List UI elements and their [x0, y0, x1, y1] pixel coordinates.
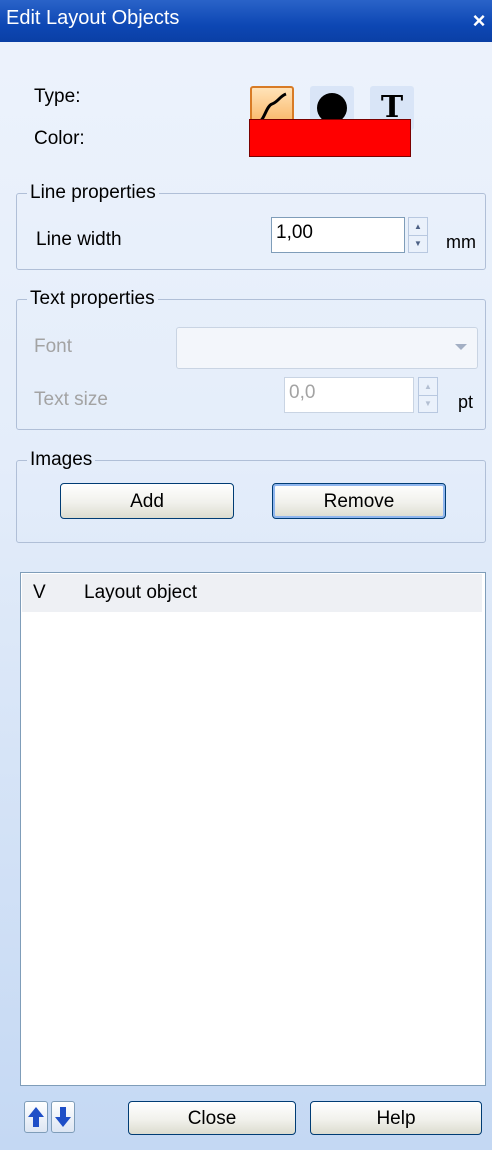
- line-properties-legend: Line properties: [30, 182, 156, 203]
- help-button[interactable]: Help: [310, 1101, 482, 1135]
- remove-image-button[interactable]: Remove: [272, 483, 446, 519]
- window-title: Edit Layout Objects: [6, 7, 180, 29]
- text-properties-legend: Text properties: [30, 288, 155, 309]
- chevron-down-icon[interactable]: [455, 344, 467, 350]
- color-label: Color:: [34, 128, 85, 149]
- column-header-layout-object[interactable]: Layout object: [84, 574, 197, 612]
- spin-down-icon[interactable]: ▼: [419, 395, 437, 412]
- title-bar[interactable]: Edit Layout Objects ×: [0, 0, 492, 42]
- edit-layout-objects-panel: Edit Layout Objects × Type: T Color: Lin…: [0, 0, 492, 1150]
- type-label: Type:: [34, 86, 81, 107]
- color-swatch[interactable]: [249, 119, 411, 157]
- text-size-spinner[interactable]: ▲ ▼: [418, 377, 438, 413]
- text-size-unit: pt: [458, 392, 474, 412]
- line-width-unit: mm: [446, 232, 476, 252]
- spin-up-icon[interactable]: ▲: [419, 378, 437, 396]
- close-button[interactable]: Close: [128, 1101, 296, 1135]
- spin-down-icon[interactable]: ▼: [409, 235, 427, 252]
- column-header-v[interactable]: V: [33, 574, 46, 612]
- arrow-down-icon: [55, 1107, 71, 1127]
- text-size-label: Text size: [34, 389, 108, 410]
- line-width-input[interactable]: 1,00: [271, 217, 405, 253]
- layout-object-list[interactable]: V Layout object: [20, 572, 486, 1086]
- font-select[interactable]: [176, 327, 478, 369]
- text-size-input[interactable]: 0,0: [284, 377, 414, 413]
- spin-up-icon[interactable]: ▲: [409, 218, 427, 236]
- line-width-label: Line width: [36, 229, 122, 250]
- move-down-button[interactable]: [51, 1101, 75, 1133]
- add-image-button[interactable]: Add: [60, 483, 234, 519]
- list-header: V Layout object: [22, 574, 482, 612]
- close-icon[interactable]: ×: [468, 10, 490, 32]
- move-up-button[interactable]: [24, 1101, 48, 1133]
- line-width-spinner[interactable]: ▲ ▼: [408, 217, 428, 253]
- arrow-up-icon: [28, 1107, 44, 1127]
- font-label: Font: [34, 336, 73, 357]
- images-legend: Images: [30, 449, 93, 470]
